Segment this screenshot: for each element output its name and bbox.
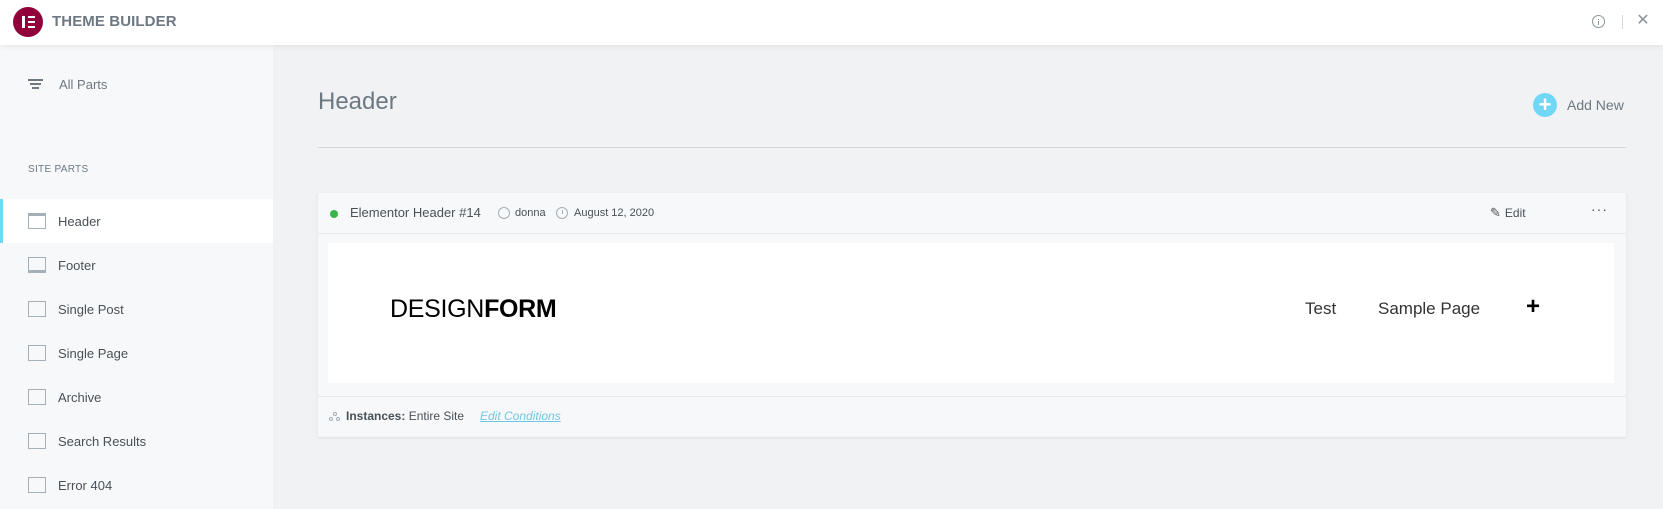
filter-icon [28, 79, 43, 89]
sidebar-item-footer[interactable]: Footer [0, 243, 273, 287]
info-icon[interactable] [1592, 15, 1605, 28]
edit-button[interactable]: ✎ Edit [1490, 205, 1526, 221]
user-icon [498, 207, 510, 219]
sidebar-item-archive[interactable]: Archive [0, 375, 273, 419]
preview-nav-sample-page: Sample Page [1378, 299, 1481, 318]
top-divider [1622, 15, 1623, 29]
error-404-icon [28, 477, 46, 493]
modified-date: August 12, 2020 [574, 207, 655, 219]
add-new-button[interactable]: + Add New [1533, 93, 1624, 117]
site-parts-heading: SITE PARTS [28, 164, 89, 175]
preview-nav-test: Test [1305, 299, 1337, 318]
app-title: THEME BUILDER [52, 13, 177, 30]
edit-conditions-link[interactable]: Edit Conditions [480, 409, 561, 423]
preview-brand-logo: DESIGNFORM [390, 295, 557, 323]
sidebar-item-header[interactable]: Header [0, 199, 273, 243]
main-content: Header + Add New Elementor Header #14 do… [273, 45, 1663, 509]
author-name: donna [515, 207, 546, 219]
single-page-icon [28, 345, 46, 361]
close-icon[interactable]: ✕ [1636, 13, 1650, 29]
sidebar-item-label: Error 404 [58, 477, 113, 493]
status-dot-icon [330, 210, 338, 218]
sidebar-item-label: Header [58, 213, 101, 229]
footer-layout-icon [28, 257, 46, 273]
header-layout-icon [28, 213, 46, 229]
sidebar-item-single-post[interactable]: Single Post [0, 287, 273, 331]
sidebar: All Parts SITE PARTS Header Footer Singl… [0, 45, 273, 509]
site-parts-nav: Header Footer Single Post Single Page Ar… [0, 199, 273, 507]
plus-circle-icon: + [1533, 93, 1557, 117]
card-footer-divider [318, 396, 1626, 397]
template-card: Elementor Header #14 donna August 12, 20… [318, 193, 1626, 437]
page-title: Header [318, 88, 397, 115]
card-divider [318, 233, 1626, 234]
all-parts-label: All Parts [59, 76, 108, 92]
instances-value: Entire Site [408, 409, 465, 423]
all-parts-button[interactable]: All Parts [28, 71, 107, 97]
sidebar-item-error-404[interactable]: Error 404 [0, 463, 273, 507]
top-bar: THEME BUILDER ✕ [0, 0, 1663, 45]
clock-icon [556, 207, 568, 219]
archive-icon [28, 389, 46, 405]
preview-plus-icon: + [1526, 293, 1541, 320]
search-results-icon [28, 433, 46, 449]
sidebar-item-label: Single Post [58, 301, 124, 317]
add-new-label: Add New [1567, 97, 1624, 113]
pencil-icon: ✎ [1490, 205, 1501, 220]
instances-info: Instances: Entire Site [346, 409, 464, 423]
sidebar-item-label: Search Results [58, 433, 147, 449]
single-post-icon [28, 301, 46, 317]
template-title: Elementor Header #14 [350, 205, 481, 220]
sidebar-item-label: Single Page [58, 345, 129, 361]
sidebar-item-search-results[interactable]: Search Results [0, 419, 273, 463]
card-header: Elementor Header #14 donna August 12, 20… [318, 193, 1626, 233]
sidebar-item-label: Footer [58, 257, 96, 273]
instances-label: Instances: [346, 409, 406, 423]
title-divider [318, 147, 1626, 148]
more-options-button[interactable]: ··· [1591, 201, 1608, 217]
edit-label: Edit [1504, 206, 1526, 220]
elementor-logo-icon [13, 7, 43, 37]
template-preview[interactable]: DESIGNFORM Test Sample Page + [328, 243, 1614, 383]
sitemap-icon [329, 412, 341, 422]
sidebar-item-single-page[interactable]: Single Page [0, 331, 273, 375]
sidebar-item-label: Archive [58, 389, 102, 405]
